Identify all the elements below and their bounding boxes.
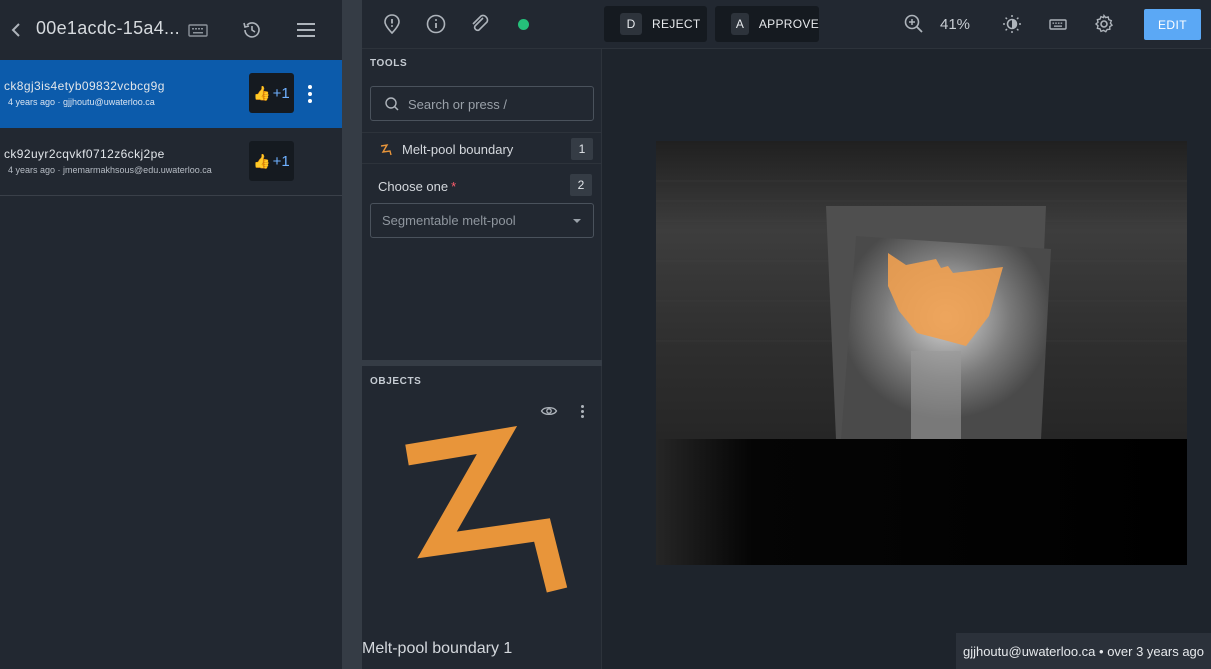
melt-pool-image [656, 141, 1187, 565]
object-item[interactable]: Melt-pool boundary 1 [362, 395, 602, 657]
classification-question: Choose one * [378, 179, 456, 194]
tool-item-melt-pool-boundary[interactable]: Melt-pool boundary 1 [362, 132, 602, 164]
reject-label: REJECT [652, 17, 701, 31]
reject-button[interactable]: D REJECT [604, 6, 707, 42]
classification-label: Choose one [378, 179, 449, 194]
back-icon[interactable] [6, 18, 26, 42]
tool-search[interactable] [370, 86, 594, 121]
label-info-footer: gjjhoutu@uwaterloo.ca • over 3 years ago [956, 633, 1211, 669]
search-input[interactable] [408, 94, 588, 114]
panel-resize-handle[interactable] [342, 0, 362, 669]
object-label: Melt-pool boundary 1 [362, 640, 513, 657]
keyboard-icon[interactable] [186, 18, 210, 42]
thumbs-up-icon: 👍 [253, 84, 271, 101]
more-options-icon[interactable] [302, 82, 318, 106]
label-id: ck8gj3is4etyb09832vcbcg9g [4, 79, 165, 93]
vote-button[interactable]: 👍 +1 [249, 73, 294, 113]
chevron-down-icon [573, 219, 581, 223]
objects-section-title: OBJECTS [370, 376, 422, 387]
labeling-canvas[interactable] [603, 49, 1211, 669]
classification-shortcut-badge: 2 [570, 174, 592, 196]
zoom-in-icon[interactable] [902, 12, 926, 36]
issue-pin-icon[interactable] [380, 12, 404, 36]
tools-panel: TOOLS Melt-pool boundary 1 Choose one* 2… [362, 49, 602, 669]
select-value: Segmentable melt-pool [382, 213, 516, 228]
status-indicator [518, 19, 529, 30]
asset-image[interactable] [656, 141, 1187, 565]
eye-icon[interactable] [540, 403, 558, 419]
label-list-item[interactable]: ck8gj3is4etyb09832vcbcg9g 4 years ago · … [0, 60, 342, 128]
approve-button[interactable]: A APPROVE [715, 6, 819, 42]
classification-select[interactable]: Segmentable melt-pool [370, 203, 594, 238]
search-icon [385, 97, 399, 111]
tools-section-title: TOOLS [370, 58, 408, 69]
polygon-tool-icon [380, 144, 392, 156]
asset-title: 00e1acdc-15a4... [36, 18, 180, 38]
required-mark: * [451, 179, 457, 194]
label-meta: 4 years ago · gjjhoutu@uwaterloo.ca [8, 97, 155, 107]
approve-shortcut-key: A [731, 13, 749, 35]
labels-sidebar: 00e1acdc-15a4... ck8gj3is4etyb09832vcbcg… [0, 0, 342, 669]
thumbs-up-icon: 👍 [253, 152, 271, 169]
settings-gear-icon[interactable] [1092, 12, 1116, 36]
reject-shortcut-key: D [620, 13, 642, 35]
info-icon[interactable] [424, 12, 448, 36]
more-options-icon[interactable] [578, 403, 586, 419]
edit-button[interactable]: EDIT [1144, 9, 1201, 40]
attachment-icon[interactable] [468, 12, 492, 36]
top-toolbar: D REJECT A APPROVE 41% EDIT [362, 0, 1211, 49]
polygon-tool-icon [405, 426, 568, 593]
sidebar-header: 00e1acdc-15a4... [0, 0, 342, 60]
panel-divider[interactable] [362, 360, 602, 366]
vote-button[interactable]: 👍 +1 [249, 141, 294, 181]
tool-label: Melt-pool boundary [402, 142, 514, 157]
vote-count: +1 [272, 84, 290, 102]
label-list-item[interactable]: ck92uyr2cqvkf0712z6ckj2pe 4 years ago · … [0, 128, 342, 196]
menu-icon[interactable] [294, 18, 318, 42]
label-meta: 4 years ago · jmemarmakhsous@edu.uwaterl… [8, 165, 212, 175]
brightness-icon[interactable] [1000, 12, 1024, 36]
keyboard-shortcuts-icon[interactable] [1046, 12, 1070, 36]
history-icon[interactable] [240, 18, 264, 42]
approve-label: APPROVE [758, 17, 819, 31]
label-id: ck92uyr2cqvkf0712z6ckj2pe [4, 147, 165, 161]
zoom-level[interactable]: 41% [940, 16, 970, 33]
tool-shortcut-badge: 1 [571, 138, 593, 160]
vote-count: +1 [272, 152, 290, 170]
